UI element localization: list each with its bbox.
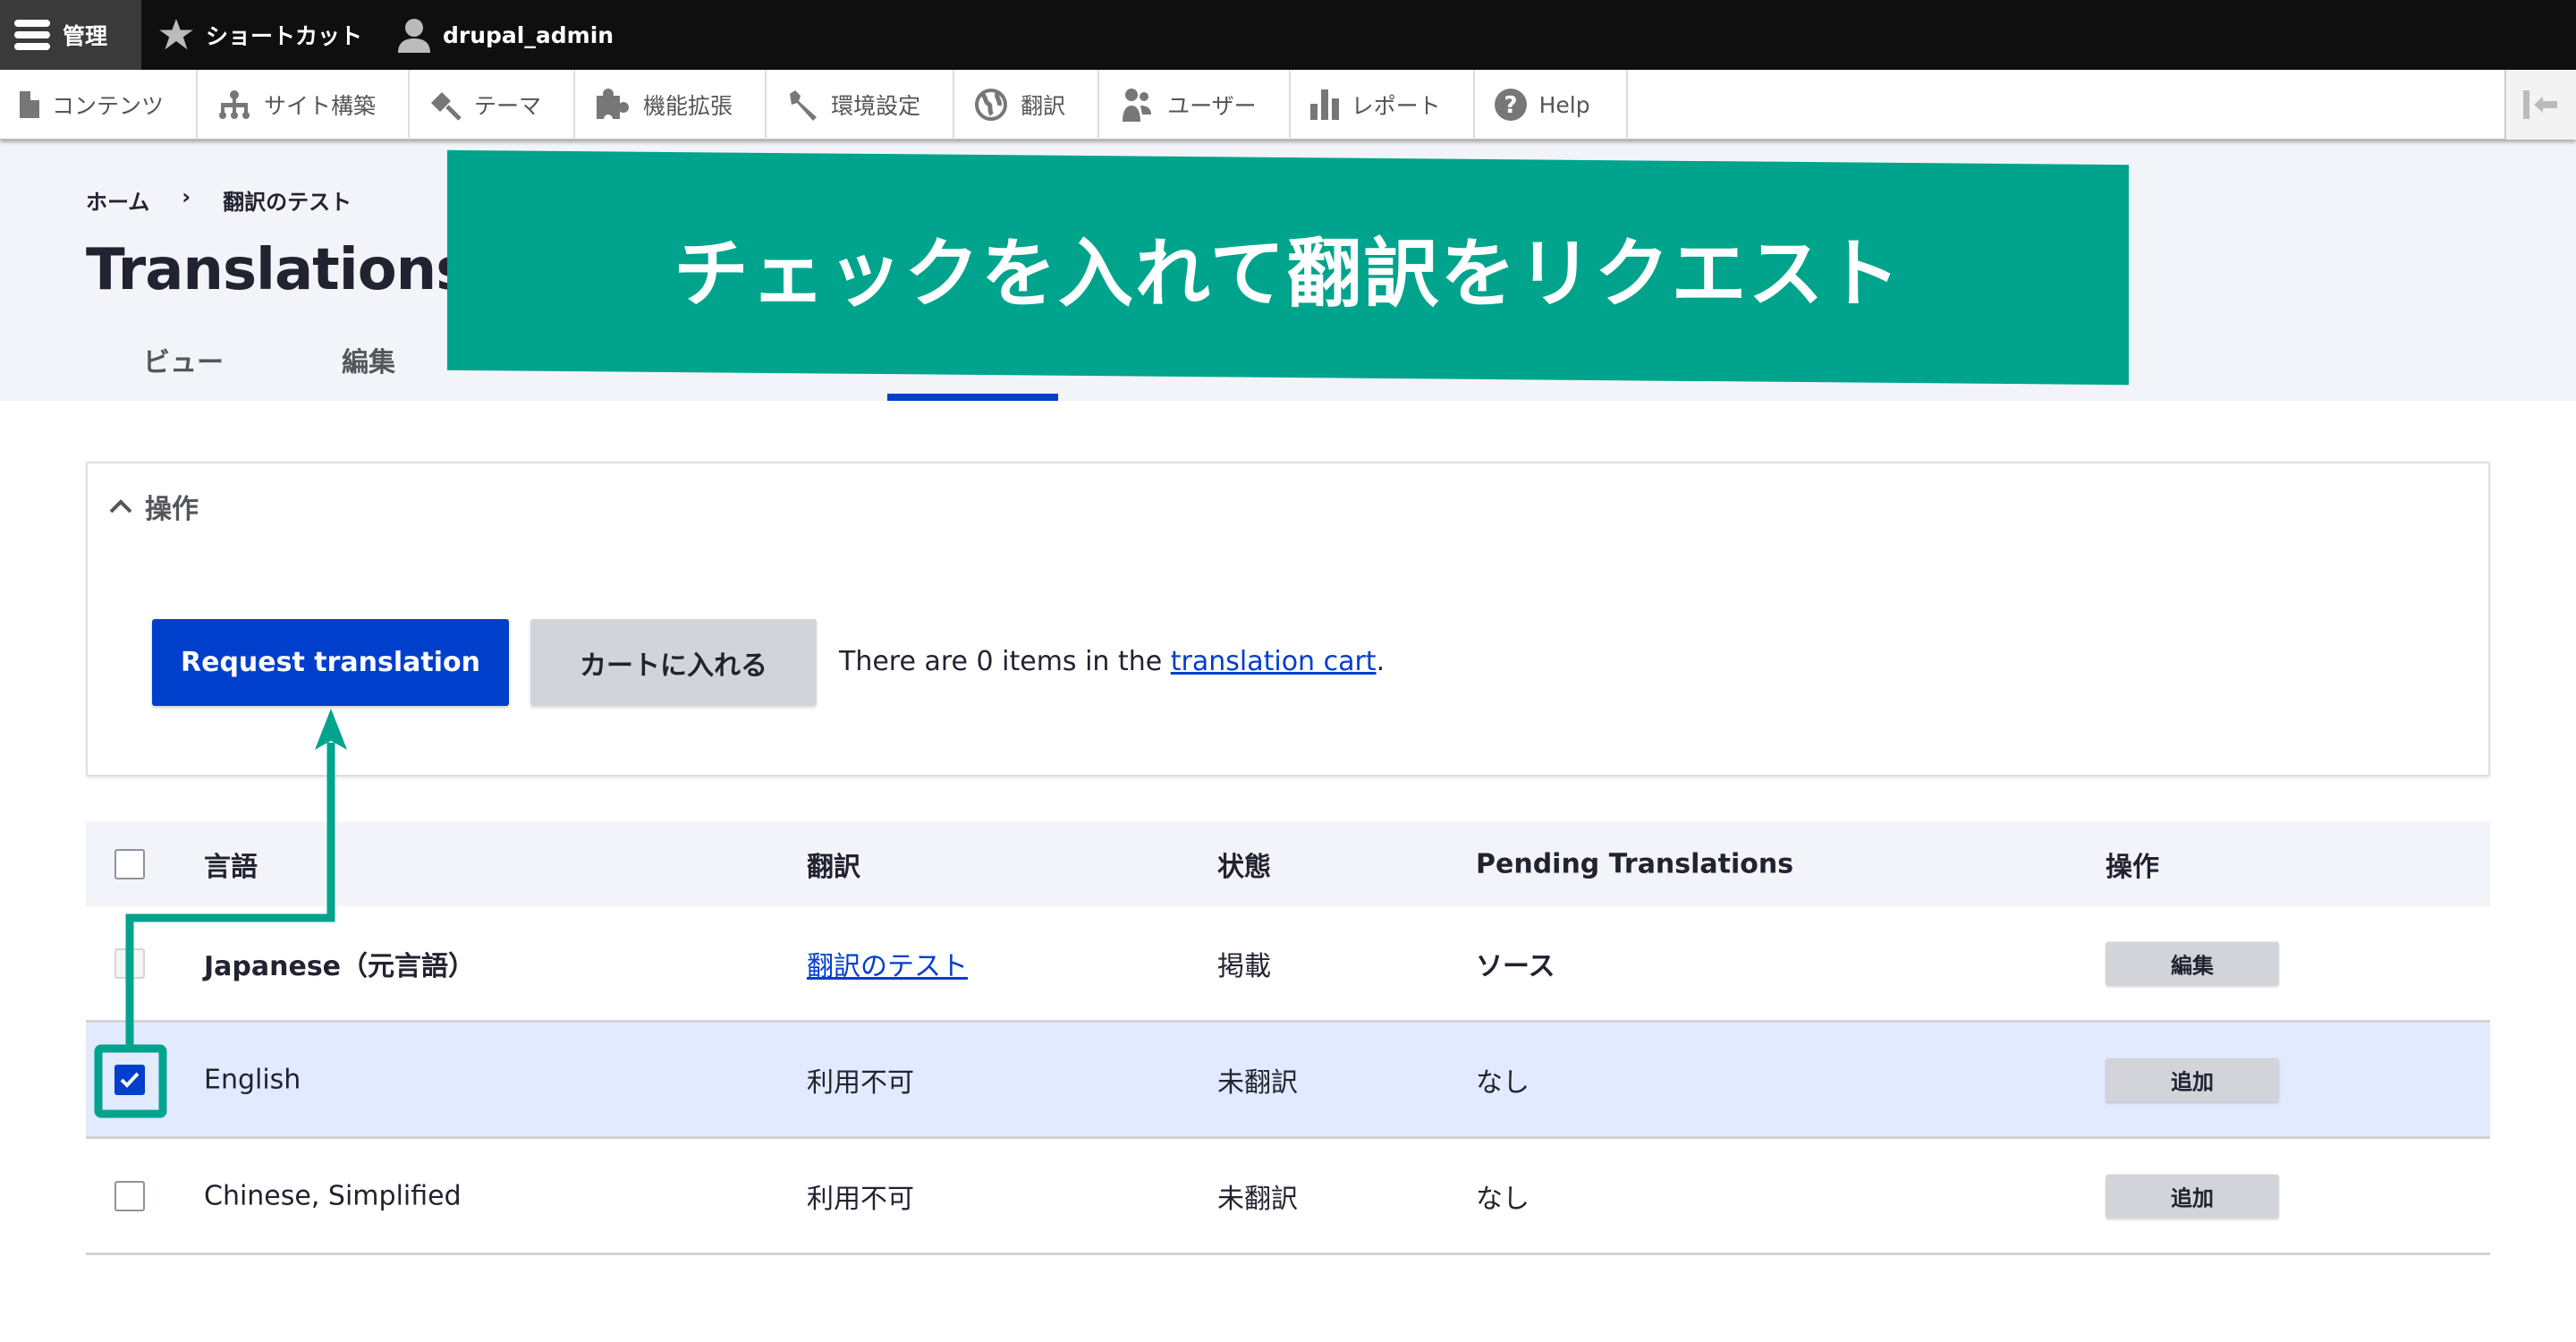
tray-item-content[interactable]: コンテンツ [0, 70, 199, 140]
row-status: 掲載 [1217, 950, 1271, 982]
row-checkbox [114, 947, 145, 979]
tray-item-reports[interactable]: レポート [1291, 70, 1475, 140]
paintbrush-icon [431, 92, 462, 121]
admin-toolbar: 管理 ショートカット drupal_admin [0, 0, 2576, 70]
user-name: drupal_admin [443, 21, 614, 48]
row-pending: なし [1476, 1183, 1530, 1215]
add-button[interactable]: 追加 [2106, 1057, 2279, 1101]
tray-item-configuration[interactable]: 環境設定 [767, 70, 955, 140]
translation-cart-link[interactable]: translation cart [1171, 646, 1377, 677]
tray-item-label: テーマ [474, 93, 542, 119]
operations-toggle[interactable]: 操作 [109, 487, 199, 526]
header-translation: 翻訳 [807, 851, 860, 883]
table-row: English 利用不可 未翻訳 なし 追加 [86, 1023, 2490, 1139]
tray-item-label: 翻訳 [1021, 93, 1066, 119]
active-tab-indicator [887, 394, 1058, 401]
svg-text:?: ? [1504, 92, 1517, 119]
admin-tray: コンテンツ サイト構築 テーマ 機能拡張 環境設定 翻訳 ユーザー レポート ?… [0, 70, 2576, 140]
row-language: Japanese（元言語） [204, 950, 476, 982]
table-header-row: 言語 翻訳 状態 Pending Translations 操作 [86, 821, 2490, 906]
breadcrumb: ホーム › 翻訳のテスト [86, 184, 352, 216]
tray-item-people[interactable]: ユーザー [1099, 70, 1291, 140]
operations-label: 操作 [145, 494, 199, 525]
manage-menu-button[interactable]: 管理 [0, 0, 141, 70]
shortcuts-label: ショートカット [206, 23, 363, 49]
globe-icon [975, 89, 1008, 121]
table-row: Chinese, Simplified 利用不可 未翻訳 なし 追加 [86, 1139, 2490, 1255]
header-operations: 操作 [2106, 851, 2159, 883]
request-translation-button[interactable]: Request translation [152, 619, 509, 706]
hamburger-icon [14, 20, 50, 50]
user-icon [398, 19, 431, 53]
row-translation-link[interactable]: 翻訳のテスト [807, 944, 968, 983]
edit-button[interactable]: 編集 [2106, 941, 2279, 985]
tray-item-label: サイト構築 [264, 93, 377, 119]
row-translation: 利用不可 [807, 1066, 914, 1099]
wrench-icon [790, 90, 818, 121]
row-pending: なし [1476, 1066, 1530, 1099]
people-icon [1123, 89, 1152, 122]
tab-view[interactable]: ビュー [143, 340, 224, 379]
add-button[interactable]: 追加 [2106, 1174, 2279, 1218]
row-language: English [204, 1064, 301, 1095]
row-checkbox[interactable] [114, 1064, 145, 1095]
row-status: 未翻訳 [1217, 1183, 1298, 1215]
tray-item-appearance[interactable]: テーマ [410, 70, 576, 140]
row-status: 未翻訳 [1217, 1066, 1298, 1099]
tray-item-structure[interactable]: サイト構築 [198, 70, 411, 140]
tray-item-extend[interactable]: 機能拡張 [575, 70, 767, 140]
row-checkbox[interactable] [114, 1180, 145, 1211]
translations-table: 言語 翻訳 状態 Pending Translations 操作 Japanes… [86, 821, 2490, 1255]
sitemap-icon [219, 90, 250, 119]
puzzle-icon [597, 89, 630, 121]
table-row: Japanese（元言語） 翻訳のテスト 掲載 ソース 編集 [86, 906, 2490, 1023]
help-icon: ? [1494, 89, 1527, 121]
checkmark-icon [120, 1072, 140, 1088]
annotation-text: チェックを入れて翻訳をリクエスト [674, 229, 1902, 318]
row-pending: ソース [1476, 950, 1555, 982]
header-language: 言語 [204, 851, 258, 883]
tray-item-help[interactable]: ? Help [1475, 70, 1628, 140]
shortcuts-menu-button[interactable]: ショートカット [141, 0, 380, 70]
star-icon [159, 19, 193, 50]
row-translation: 利用不可 [807, 1183, 914, 1215]
collapse-left-icon [2523, 90, 2557, 119]
tray-item-label: コンテンツ [52, 93, 165, 119]
breadcrumb-current[interactable]: 翻訳のテスト [223, 184, 352, 216]
tab-edit[interactable]: 編集 [342, 340, 395, 379]
tray-item-label: レポート [1351, 93, 1441, 119]
row-language: Chinese, Simplified [204, 1180, 462, 1211]
tray-item-label: ユーザー [1167, 93, 1257, 119]
annotation-banner: チェックを入れて翻訳をリクエスト [447, 149, 2129, 386]
manage-label: 管理 [63, 23, 108, 49]
chevron-up-icon [109, 499, 132, 514]
breadcrumb-separator: › [182, 184, 191, 209]
select-all-checkbox[interactable] [114, 848, 145, 879]
tray-item-label: Help [1538, 91, 1590, 118]
add-to-cart-button[interactable]: カートに入れる [530, 619, 817, 706]
tray-orientation-toggle[interactable] [2504, 70, 2576, 140]
tray-item-translation[interactable]: 翻訳 [954, 70, 1100, 140]
tray-item-label: 機能拡張 [643, 93, 733, 119]
user-menu-button[interactable]: drupal_admin [380, 0, 631, 70]
breadcrumb-home[interactable]: ホーム [86, 184, 149, 216]
tray-item-label: 環境設定 [831, 93, 921, 119]
cart-text-pre: There are 0 items in the [839, 646, 1171, 677]
file-icon [20, 91, 39, 118]
header-pending: Pending Translations [1476, 848, 1794, 879]
cart-status: There are 0 items in the translation car… [839, 646, 1385, 677]
bar-chart-icon [1309, 89, 1339, 120]
header-status: 状態 [1217, 851, 1271, 883]
cart-text-post: . [1376, 646, 1385, 677]
